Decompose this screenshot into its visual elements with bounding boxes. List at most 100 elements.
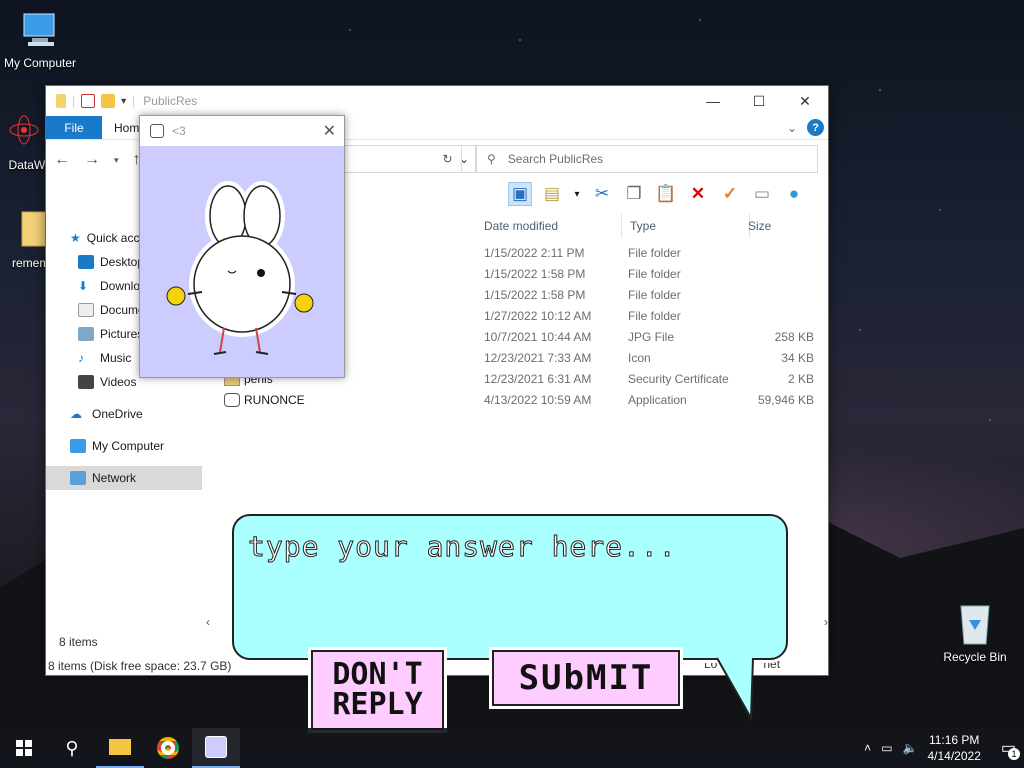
music-note-icon: ♪ [78, 351, 84, 365]
answer-bubble [232, 514, 788, 660]
search-button[interactable]: ⚲ [48, 728, 96, 768]
taskbar: ⚲ ˄ ▭ 🔈 11:16 PM 4/14/2022 ▭ 1 [0, 728, 1024, 768]
video-icon [78, 375, 94, 389]
notification-center-icon[interactable]: ▭ 1 [1001, 738, 1020, 760]
dont-reply-line1: DON'T [332, 657, 423, 692]
search-icon: ⚲ [65, 737, 79, 758]
scroll-right-icon[interactable]: › [824, 615, 828, 629]
tab-file[interactable]: File [46, 116, 102, 139]
sidebar-item-label: Videos [100, 375, 137, 389]
sidebar-item-label: Music [100, 351, 132, 365]
sidebar-item-label: Downlo [100, 279, 141, 293]
cut-icon[interactable]: ✂ [590, 182, 614, 206]
popup-title: <3 [172, 124, 186, 138]
bunny-popup-window: <3 ✕ [139, 115, 345, 378]
dont-reply-line2: REPLY [332, 687, 423, 722]
new-folder-icon[interactable] [101, 94, 116, 108]
chrome-icon [157, 737, 179, 759]
paste-icon[interactable]: 📋 [654, 182, 678, 206]
chrome-taskbar-button[interactable] [144, 728, 192, 768]
refresh-button[interactable]: ↻ [434, 145, 462, 173]
answer-input[interactable] [248, 530, 768, 563]
bunny-app-taskbar-button[interactable] [192, 728, 240, 768]
clock-time: 11:16 PM [928, 733, 980, 747]
scroll-left-icon[interactable]: ‹ [206, 615, 210, 629]
download-arrow-icon: ⬇ [78, 279, 89, 293]
checkbox-icon[interactable] [81, 94, 96, 108]
dont-reply-button[interactable]: DON'T REPLY [311, 650, 444, 730]
sidebar-item-network[interactable]: Network [46, 466, 202, 490]
sidebar-item-label: Network [92, 471, 137, 485]
sidebar-item-onedrive[interactable]: ☁ OneDrive [46, 402, 202, 426]
back-arrow-icon[interactable]: ← [54, 151, 70, 169]
customize-dropdown-icon[interactable]: ▾ [121, 96, 126, 107]
submit-button[interactable]: SUbMIT [492, 650, 680, 706]
network-icon[interactable]: ▭ [881, 741, 892, 755]
forward-arrow-icon[interactable]: → [84, 151, 100, 169]
item-count: 8 items [59, 635, 98, 649]
sidebar-item-label: Quick acc [86, 231, 140, 245]
rename-icon[interactable]: ▭ [750, 182, 774, 206]
window-title: PublicRes [143, 94, 198, 108]
clock[interactable]: 11:16 PM 4/14/2022 [927, 732, 980, 764]
sidebar-item-my-computer[interactable]: My Computer [46, 434, 202, 458]
status-bar: 8 items (Disk free space: 23.7 GB) Lo net [48, 657, 780, 673]
cloud-icon: ☁ [70, 407, 82, 421]
dropdown-icon[interactable]: ▾ [572, 182, 582, 206]
quick-access-toolbar: | ▾ | [56, 94, 135, 108]
windows-logo-icon [16, 740, 32, 756]
column-header-type[interactable]: Type [630, 214, 750, 238]
file-row[interactable]: RUNONCE 4/13/2022 10:59 AM Application 59,… [222, 390, 830, 411]
sidebar-item-label: Pictures [100, 327, 144, 341]
computer-icon [70, 439, 86, 453]
popup-close-button[interactable]: ✕ [323, 121, 336, 141]
preview-pane-icon[interactable]: ▣ [508, 182, 532, 206]
pictures-icon [78, 327, 94, 341]
bunny-app-icon [150, 124, 164, 138]
maximize-button[interactable]: ☐ [736, 86, 782, 116]
document-icon [78, 303, 94, 317]
sidebar-item-label: Desktop [100, 255, 145, 269]
computer-icon [23, 13, 55, 46]
clock-date: 4/14/2022 [927, 749, 981, 763]
minimize-button[interactable]: — [690, 86, 736, 116]
title-bar: | ▾ | PublicRes — ☐ ✕ [46, 86, 828, 116]
refresh-icon: ↻ [442, 152, 453, 166]
system-tray: ˄ ▭ 🔈 11:16 PM 4/14/2022 ▭ 1 [864, 732, 1024, 764]
star-icon: ★ [70, 231, 81, 245]
desktop-icon-recycle-bin[interactable]: Recycle Bin [935, 600, 1015, 664]
copy-icon[interactable]: ❐ [622, 182, 646, 206]
view-menu-icon[interactable]: ▤ [540, 182, 564, 206]
file-explorer-taskbar-button[interactable] [96, 728, 144, 768]
help-icon[interactable]: ? [807, 119, 824, 136]
command-toolbar: ▣ ▤ ▾ ✂ ❐ 📋 ✕ ✓ ▭ ● [508, 182, 806, 206]
expand-ribbon-icon[interactable]: ⌄ [787, 121, 797, 135]
recent-locations-icon[interactable]: ▾ [114, 155, 119, 166]
bunny-app-icon [224, 393, 240, 407]
column-header-date[interactable]: Date modified [484, 214, 622, 238]
checkmark-icon[interactable]: ✓ [718, 182, 742, 206]
desktop-icon [78, 255, 94, 269]
delete-icon[interactable]: ✕ [686, 182, 710, 206]
network-icon [70, 471, 86, 485]
bunny-app-icon [205, 736, 227, 758]
bubble-tail [716, 652, 754, 722]
search-input[interactable]: ⚲ Search PublicRes [476, 145, 818, 173]
popup-image-area [140, 146, 344, 377]
recycle-bin-icon [960, 605, 990, 645]
notification-count: 1 [1008, 748, 1020, 760]
search-placeholder: Search PublicRes [507, 152, 604, 166]
properties-icon[interactable] [56, 94, 66, 108]
column-header-size[interactable]: Size [748, 214, 828, 238]
status-text: 8 items (Disk free space: 23.7 GB) [48, 659, 232, 673]
sidebar-item-label: OneDrive [92, 407, 143, 421]
desktop-icon-my-computer[interactable]: My Computer [0, 8, 80, 70]
close-button[interactable]: ✕ [782, 86, 828, 116]
chevron-up-icon[interactable]: ˄ [864, 741, 871, 755]
start-button[interactable] [0, 728, 48, 768]
globe-icon[interactable]: ● [782, 182, 806, 206]
volume-icon[interactable]: 🔈 [903, 741, 918, 755]
popup-title-bar: <3 ✕ [140, 116, 344, 146]
folder-icon [21, 211, 46, 247]
desktop-icon-label: My Computer [3, 56, 77, 70]
